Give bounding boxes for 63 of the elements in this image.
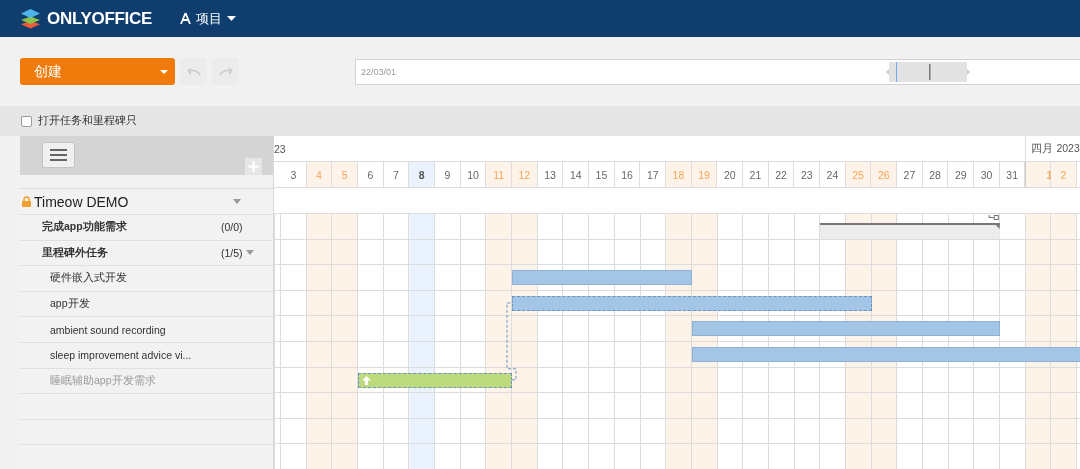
day-label: 8 xyxy=(409,162,436,188)
task-name[interactable]: ambient sound recording xyxy=(50,323,166,336)
caret-icon xyxy=(227,16,236,21)
day-label: 9 xyxy=(435,162,461,188)
day-label: 5 xyxy=(332,162,358,188)
projects-menu[interactable]: 项目 xyxy=(180,9,236,28)
caret-icon[interactable] xyxy=(245,250,254,256)
task-name[interactable]: app开发 xyxy=(50,297,90,312)
timeline-date: 22/03/01 xyxy=(361,66,397,77)
day-label: 14 xyxy=(563,162,590,188)
day-label: 19 xyxy=(691,162,718,188)
day-label: 21 xyxy=(743,162,769,188)
day-label: 29 xyxy=(948,162,975,188)
day-label: 28 xyxy=(922,162,949,188)
menu-button[interactable] xyxy=(42,142,75,168)
day-label: 20 xyxy=(717,162,744,188)
caret-icon[interactable] xyxy=(233,199,241,204)
day-label: 16 xyxy=(614,162,641,188)
milestone-bar[interactable] xyxy=(820,214,1000,239)
caret-icon xyxy=(160,69,168,74)
task-name[interactable]: sleep improvement advice vi... xyxy=(50,349,192,362)
task-count: (1/5) xyxy=(221,246,243,259)
day-label: 24 xyxy=(820,162,846,188)
day-label: 23 xyxy=(794,162,821,188)
day-label: 15 xyxy=(589,162,615,188)
day-label: 22 xyxy=(768,162,795,188)
day-label: 4 xyxy=(306,162,333,188)
logo-icon xyxy=(20,8,41,29)
milestone-name[interactable]: 里程碑外任务 xyxy=(42,245,108,260)
month-label: 四月 2023 xyxy=(1031,141,1080,156)
undo-icon xyxy=(186,67,201,76)
month-label: 23 xyxy=(274,142,286,155)
plus-icon xyxy=(248,161,259,172)
day-label: 3 xyxy=(281,162,307,188)
redo-button[interactable] xyxy=(212,58,239,85)
arrow-up-icon xyxy=(362,375,372,385)
day-label: 30 xyxy=(974,162,1000,188)
project-name[interactable]: Timeow DEMO xyxy=(34,193,129,210)
day-label: 13 xyxy=(537,162,564,188)
task-name[interactable]: 硬件嵌入式开发 xyxy=(50,271,127,286)
timeline-scroller[interactable] xyxy=(886,61,970,82)
menu-icon xyxy=(50,149,67,161)
checkbox[interactable] xyxy=(21,115,32,127)
milestone-name[interactable]: 完成app功能需求 xyxy=(42,220,127,235)
undo-button[interactable] xyxy=(180,58,207,85)
day-label: 12 xyxy=(512,162,538,188)
redo-icon xyxy=(218,67,233,76)
task-bar[interactable] xyxy=(512,270,692,286)
day-label: 27 xyxy=(897,162,923,188)
task-bar[interactable] xyxy=(358,372,513,388)
brand-name: ONLYOFFICE xyxy=(47,8,152,29)
task-bar[interactable] xyxy=(691,346,1080,362)
day-label: 25 xyxy=(845,162,872,188)
checkbox-label: 打开任务和里程碑只 xyxy=(38,114,137,128)
task-count: (0/0) xyxy=(221,221,243,234)
day-label: 6 xyxy=(358,162,384,188)
compass-icon xyxy=(180,12,191,25)
task-bar[interactable] xyxy=(691,321,1001,337)
day-label: 18 xyxy=(666,162,692,188)
task-bar[interactable] xyxy=(512,295,872,311)
day-label: 11 xyxy=(486,162,513,188)
day-label: 26 xyxy=(871,162,898,188)
day-label: 2 xyxy=(1051,162,1077,188)
